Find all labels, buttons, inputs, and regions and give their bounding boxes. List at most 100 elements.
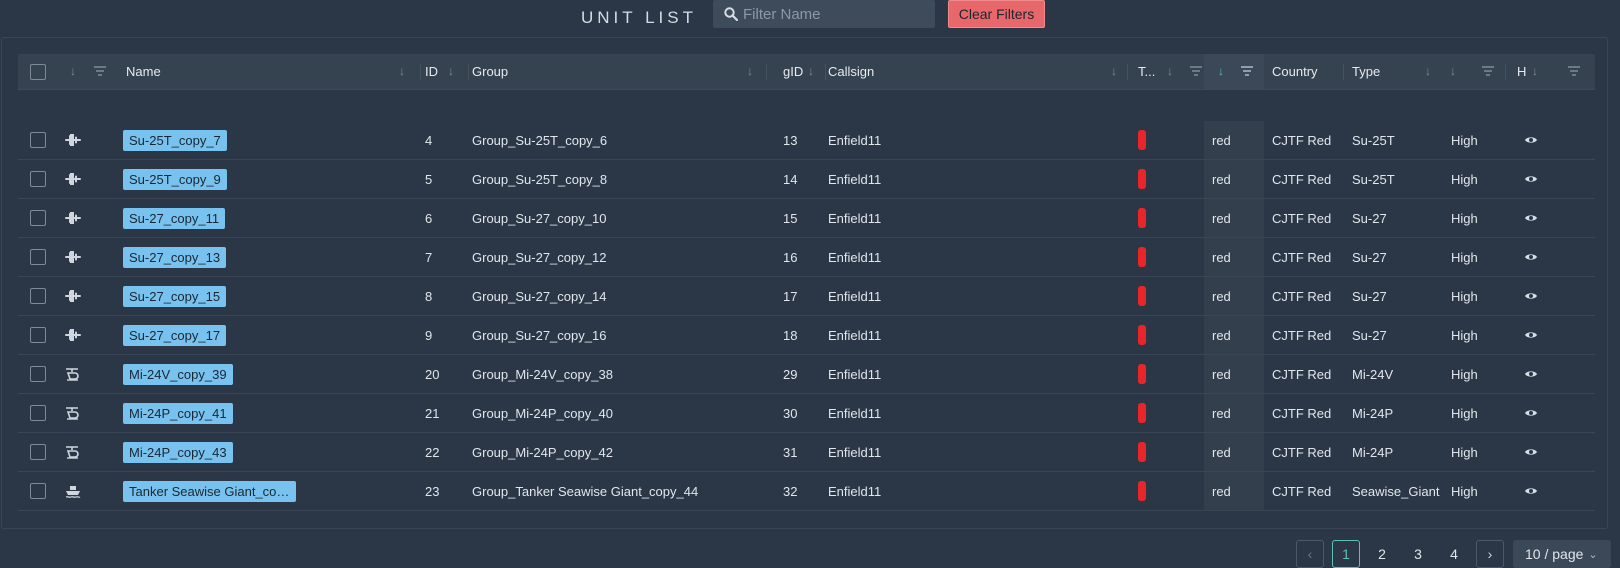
eye-icon[interactable] bbox=[1524, 394, 1538, 432]
sort-arrow-icon[interactable]: ↓ bbox=[1111, 64, 1117, 78]
page-2-button[interactable]: 2 bbox=[1368, 540, 1396, 568]
row-checkbox[interactable] bbox=[30, 238, 60, 276]
row-checkbox[interactable] bbox=[30, 472, 60, 510]
filter-icon[interactable] bbox=[94, 66, 106, 76]
header-type[interactable]: Type ↓ bbox=[1344, 54, 1440, 89]
eye-icon[interactable] bbox=[1524, 433, 1538, 471]
filter-icon[interactable] bbox=[1482, 66, 1494, 76]
gid-cell: 31 bbox=[783, 444, 798, 460]
table-row[interactable]: Su-27_copy_15 8 Group_Su-27_copy_14 17 Enfie… bbox=[18, 277, 1595, 316]
sort-arrow-icon[interactable]: ↓ bbox=[1450, 64, 1456, 78]
eye-icon[interactable] bbox=[1524, 160, 1538, 198]
unit-name-cell[interactable]: Su-27_copy_17 bbox=[123, 316, 227, 354]
eye-icon[interactable] bbox=[1524, 199, 1538, 237]
eye-icon[interactable] bbox=[1524, 238, 1538, 276]
page-1-button[interactable]: 1 bbox=[1332, 540, 1360, 568]
eye-icon[interactable] bbox=[1524, 316, 1538, 354]
header-coalition[interactable]: T... ↓ bbox=[1128, 54, 1204, 89]
eye-icon[interactable] bbox=[1524, 472, 1538, 510]
header-skill[interactable]: ↓ bbox=[1440, 54, 1506, 89]
header-country[interactable]: Country bbox=[1264, 54, 1344, 89]
search-input[interactable] bbox=[743, 5, 923, 23]
header-name[interactable]: Name ↓ bbox=[123, 54, 421, 89]
table-row[interactable]: Su-25T_copy_7 4 Group_Su-25T_copy_6 13 Enfie… bbox=[18, 121, 1595, 160]
unit-name-cell[interactable]: Mi-24P_copy_43 bbox=[123, 433, 233, 471]
gid-cell: 29 bbox=[783, 366, 798, 382]
sort-arrow-icon[interactable]: ↓ bbox=[1425, 64, 1431, 78]
unit-name-tag[interactable]: Mi-24V_copy_39 bbox=[123, 363, 233, 385]
row-checkbox[interactable] bbox=[30, 433, 60, 471]
header-callsign[interactable]: Callsign ↓ bbox=[826, 54, 1128, 89]
unit-name-cell[interactable]: Mi-24P_copy_41 bbox=[123, 394, 233, 432]
unit-name-cell[interactable]: Su-27_copy_15 bbox=[123, 277, 227, 315]
gid-cell: 14 bbox=[783, 171, 798, 187]
unit-name-tag[interactable]: Su-27_copy_15 bbox=[123, 285, 227, 307]
unit-table-panel: ↓ Name ↓ ID ↓ Group ↓ gID ↓ Callsign ↓ T… bbox=[1, 37, 1608, 529]
unit-name-tag[interactable]: Mi-24P_copy_43 bbox=[123, 441, 233, 463]
sort-arrow-icon[interactable]: ↓ bbox=[1218, 64, 1224, 78]
unit-name-tag[interactable]: Mi-24P_copy_41 bbox=[123, 402, 233, 424]
name-filter[interactable] bbox=[713, 0, 935, 28]
filter-icon[interactable] bbox=[1241, 66, 1253, 76]
unit-name-tag[interactable]: Su-27_copy_13 bbox=[123, 246, 227, 268]
sort-arrow-icon[interactable]: ↓ bbox=[399, 64, 405, 78]
country-cell: CJTF Red bbox=[1272, 405, 1332, 421]
table-row[interactable]: Mi-24P_copy_41 21 Group_Mi-24P_copy_40 30 En… bbox=[18, 394, 1595, 433]
header-side-sorted[interactable]: ↓ bbox=[1204, 54, 1264, 89]
unit-name-cell[interactable]: Tanker Seawise Giant_copy... bbox=[123, 472, 296, 510]
prev-page-button[interactable]: ‹ bbox=[1296, 540, 1324, 568]
unit-name-cell[interactable]: Su-25T_copy_9 bbox=[123, 160, 227, 198]
pagination: ‹ 1 2 3 4 › 10 / page ⌄ bbox=[0, 540, 1620, 568]
sort-arrow-icon[interactable]: ↓ bbox=[1532, 64, 1538, 78]
eye-icon[interactable] bbox=[1524, 121, 1538, 159]
table-row[interactable]: Su-27_copy_11 6 Group_Su-27_copy_10 15 Enfie… bbox=[18, 199, 1595, 238]
unit-name-tag[interactable]: Su-27_copy_17 bbox=[123, 324, 227, 346]
unit-name-tag[interactable]: Su-25T_copy_9 bbox=[123, 168, 227, 190]
sort-arrow-icon[interactable]: ↓ bbox=[747, 64, 753, 78]
header-id[interactable]: ID ↓ bbox=[421, 54, 469, 89]
unit-name-tag[interactable]: Su-27_copy_11 bbox=[123, 207, 226, 229]
select-all-checkbox[interactable] bbox=[30, 54, 60, 89]
row-checkbox[interactable] bbox=[30, 160, 60, 198]
sort-arrow-icon[interactable]: ↓ bbox=[808, 64, 814, 78]
table-row[interactable]: Tanker Seawise Giant_copy... 23 Group_Tank… bbox=[18, 472, 1595, 511]
group-cell: Group_Su-27_copy_16 bbox=[472, 327, 607, 343]
row-checkbox[interactable] bbox=[30, 394, 60, 432]
unit-name-cell[interactable]: Su-27_copy_13 bbox=[123, 238, 227, 276]
unit-name-cell[interactable]: Mi-24V_copy_39 bbox=[123, 355, 233, 393]
table-row[interactable]: Su-25T_copy_9 5 Group_Su-25T_copy_8 14 Enfie… bbox=[18, 160, 1595, 199]
table-row[interactable]: Su-27_copy_13 7 Group_Su-27_copy_12 16 Enfie… bbox=[18, 238, 1595, 277]
row-checkbox[interactable] bbox=[30, 199, 60, 237]
sort-arrow-icon[interactable]: ↓ bbox=[448, 64, 454, 78]
table-row[interactable]: Mi-24P_copy_43 22 Group_Mi-24P_copy_42 31 En… bbox=[18, 433, 1595, 472]
country-cell: CJTF Red bbox=[1272, 132, 1332, 148]
page-4-button[interactable]: 4 bbox=[1440, 540, 1468, 568]
page-3-button[interactable]: 3 bbox=[1404, 540, 1432, 568]
sort-arrow-icon[interactable]: ↓ bbox=[1167, 64, 1173, 78]
eye-icon[interactable] bbox=[1524, 277, 1538, 315]
next-page-button[interactable]: › bbox=[1476, 540, 1504, 568]
filter-icon[interactable] bbox=[1568, 66, 1580, 76]
unit-name-cell[interactable]: Su-27_copy_11 bbox=[123, 199, 226, 237]
unit-name-tag[interactable]: Su-25T_copy_7 bbox=[123, 129, 227, 151]
unit-id-cell: 20 bbox=[425, 366, 440, 382]
row-checkbox[interactable] bbox=[30, 121, 60, 159]
skill-cell: High bbox=[1451, 483, 1478, 499]
sort-arrow-icon[interactable]: ↓ bbox=[70, 64, 76, 78]
eye-icon[interactable] bbox=[1524, 355, 1538, 393]
unit-name-tag[interactable]: Tanker Seawise Giant_copy... bbox=[123, 480, 296, 502]
clear-filters-button[interactable]: Clear Filters bbox=[948, 0, 1045, 28]
filter-icon[interactable] bbox=[1190, 66, 1202, 76]
row-checkbox[interactable] bbox=[30, 316, 60, 354]
side-cell: red bbox=[1204, 433, 1264, 471]
header-hidden[interactable]: H ↓ bbox=[1506, 54, 1595, 89]
gid-cell: 32 bbox=[783, 483, 798, 499]
table-row[interactable]: Mi-24V_copy_39 20 Group_Mi-24V_copy_38 29 En… bbox=[18, 355, 1595, 394]
row-checkbox[interactable] bbox=[30, 355, 60, 393]
page-size-select[interactable]: 10 / page ⌄ bbox=[1513, 540, 1611, 568]
row-checkbox[interactable] bbox=[30, 277, 60, 315]
header-gid[interactable]: gID ↓ bbox=[767, 54, 826, 89]
table-row[interactable]: Su-27_copy_17 9 Group_Su-27_copy_16 18 Enfie… bbox=[18, 316, 1595, 355]
unit-name-cell[interactable]: Su-25T_copy_7 bbox=[123, 121, 227, 159]
header-group[interactable]: Group ↓ bbox=[469, 54, 767, 89]
